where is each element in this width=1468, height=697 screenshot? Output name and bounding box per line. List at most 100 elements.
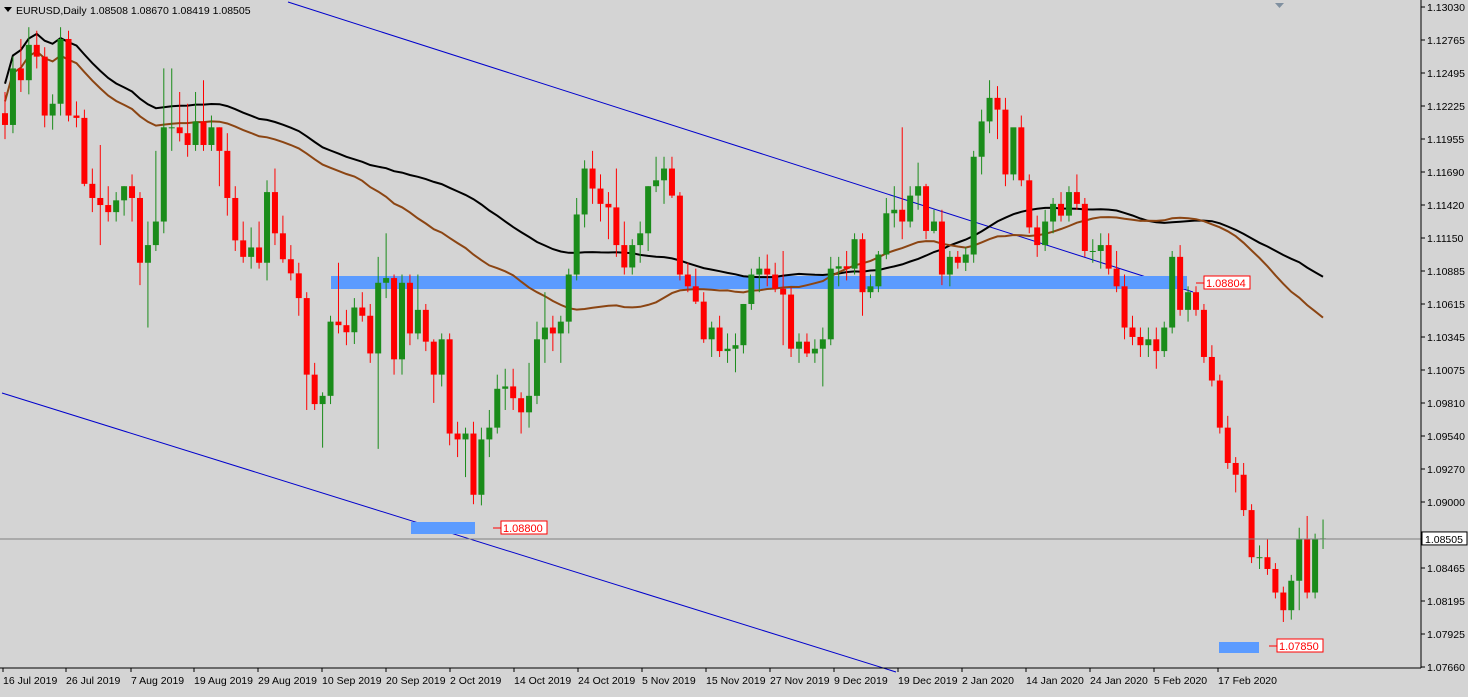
candle-body: [692, 286, 699, 302]
candle-2019-07-23[interactable]: [81, 109, 88, 187]
candle-body: [962, 254, 969, 263]
candle-body: [732, 345, 739, 349]
candle-body: [835, 266, 842, 269]
candle-body: [1153, 339, 1160, 352]
candle-2020-01-06[interactable]: [1010, 127, 1017, 181]
price-tick-label: 1.09000: [1427, 497, 1465, 509]
candle-2019-12-10[interactable]: [875, 250, 882, 293]
candle-body: [510, 386, 517, 399]
candle-2020-02-17[interactable]: [1248, 504, 1255, 564]
price-label-support-feb[interactable]: 1.07850: [1269, 638, 1324, 653]
price-tick-label: 1.08195: [1427, 596, 1465, 608]
candle-2019-07-19[interactable]: [65, 30, 72, 122]
candle-body: [1200, 309, 1207, 357]
candle-body: [843, 266, 850, 269]
candle-body: [136, 197, 143, 263]
time-tick-label: 19 Aug 2019: [194, 675, 253, 687]
candle-body: [2, 113, 8, 125]
candle-body: [827, 268, 834, 340]
price-tick-label: 1.11690: [1427, 167, 1464, 179]
time-tick-label: 15 Nov 2019: [706, 675, 766, 687]
candle-2019-07-18[interactable]: [57, 27, 64, 116]
candle-2019-11-05[interactable]: [676, 192, 683, 281]
candle-body: [240, 240, 247, 257]
candle-body: [375, 282, 382, 354]
price-tick-label: 1.09270: [1427, 464, 1465, 476]
candle-body: [351, 307, 358, 333]
candle-body: [49, 103, 56, 116]
candle-body: [549, 327, 556, 334]
candle-body: [1256, 557, 1263, 559]
candle-2019-09-25[interactable]: [446, 333, 453, 446]
candle-body: [176, 127, 183, 134]
candle-2019-07-16[interactable]: [41, 47, 48, 128]
time-tick-label: 10 Sep 2019: [322, 675, 382, 687]
candle-body: [430, 341, 437, 375]
candle-body: [319, 395, 326, 405]
price-label-resistance[interactable]: 1.08804: [1196, 275, 1251, 290]
candle-body: [565, 274, 572, 322]
price-tag-text: 1.08804: [1206, 278, 1246, 290]
price-tick-label: 1.12225: [1427, 101, 1465, 113]
candle-body: [129, 186, 136, 198]
candle-body: [1081, 203, 1088, 251]
candle-body: [748, 274, 755, 304]
candle-body: [788, 294, 795, 349]
candle-body: [73, 115, 80, 118]
candle-body: [1216, 380, 1223, 428]
candle-body: [526, 395, 533, 413]
candle-body: [653, 180, 660, 187]
candle-2020-02-07[interactable]: [1200, 303, 1207, 363]
candle-body: [907, 195, 914, 222]
candle-2020-02-11[interactable]: [1216, 374, 1223, 434]
candle-2020-02-03[interactable]: [1169, 250, 1176, 334]
candle-2019-11-25[interactable]: [788, 287, 795, 357]
candle-body: [740, 303, 747, 346]
candle-2019-12-05[interactable]: [851, 233, 858, 275]
chart-window: 1.08804 1.08800 1.07850 1.13030 1.12765 1.12…: [0, 0, 1468, 692]
candle-body: [930, 221, 937, 231]
candle-body: [25, 44, 32, 81]
price-tick-label: 1.09810: [1427, 398, 1465, 410]
candle-2019-09-04[interactable]: [327, 315, 334, 405]
price-tick-label: 1.11420: [1427, 200, 1464, 212]
candle-2020-01-03[interactable]: [1002, 97, 1009, 187]
price-tick-label: 1.12495: [1427, 68, 1465, 80]
candle-2020-01-17[interactable]: [1081, 197, 1088, 257]
candle-body: [295, 273, 302, 299]
candle-body: [819, 339, 826, 349]
candle-body: [597, 188, 604, 204]
candle-body: [494, 388, 501, 428]
candle-body: [581, 168, 588, 215]
support-zone-feb[interactable]: [1219, 642, 1259, 653]
time-tick-label: 29 Aug 2019: [258, 675, 317, 687]
candle-body: [192, 121, 199, 145]
candle-2020-01-08[interactable]: [1026, 174, 1033, 234]
price-label-support-oct[interactable]: 1.08800: [493, 520, 548, 535]
price-chart[interactable]: 1.08804 1.08800 1.07850 1.13030 1.12765 1.12…: [0, 0, 1468, 692]
candle-2019-12-18[interactable]: [923, 183, 930, 240]
candle-body: [661, 168, 668, 181]
candle-2019-09-30[interactable]: [470, 421, 477, 505]
time-tick-label: 19 Dec 2019: [898, 675, 958, 687]
time-tick-label: 17 Feb 2020: [1218, 675, 1277, 687]
candle-body: [113, 200, 120, 213]
candle-2019-12-27[interactable]: [970, 150, 977, 263]
candle-body: [1248, 510, 1255, 558]
price-tick-label: 1.07660: [1427, 662, 1465, 674]
candle-body: [1169, 256, 1176, 328]
candle-body: [708, 327, 715, 340]
candle-body: [359, 307, 366, 316]
candle-2019-12-02[interactable]: [827, 256, 834, 346]
candle-body: [311, 374, 318, 405]
candle-body: [17, 68, 24, 81]
time-tick-label: 16 Jul 2019: [3, 675, 57, 687]
support-zone-oct[interactable]: [411, 522, 475, 534]
candle-body: [1105, 245, 1112, 269]
candle-2019-11-18[interactable]: [748, 268, 755, 310]
candle-body: [923, 186, 930, 231]
candle-body: [851, 239, 858, 269]
candle-body: [1018, 127, 1025, 181]
price-tick-label: 1.10345: [1427, 332, 1465, 344]
candle-2020-02-27[interactable]: [1312, 533, 1319, 599]
